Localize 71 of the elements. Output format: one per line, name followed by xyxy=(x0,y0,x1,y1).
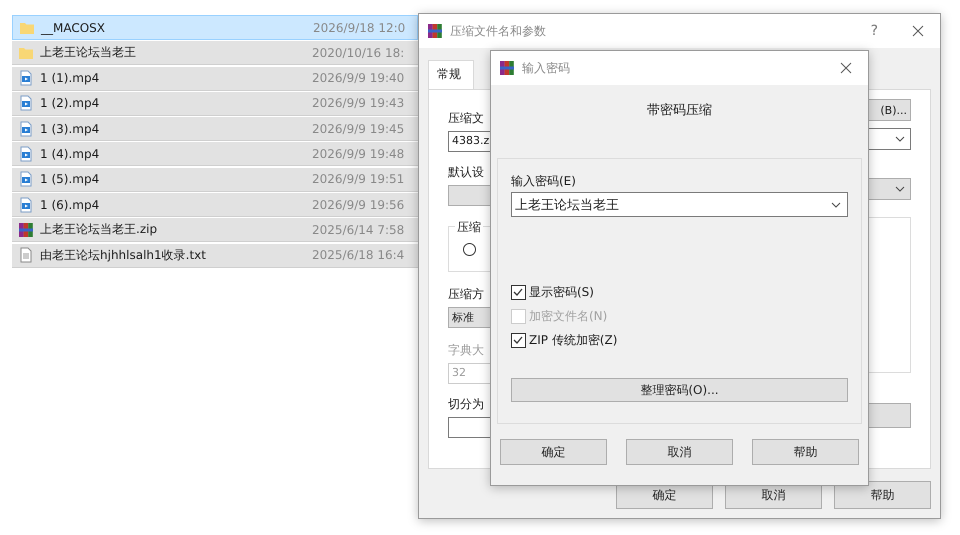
dialog-heading: 带密码压缩 xyxy=(646,102,713,119)
file-row[interactable]: 由老王论坛hjhhlsalh1收录.txt 2025/6/18 16:4 xyxy=(12,244,418,268)
checkbox-label: 显示密码(S) xyxy=(529,284,594,301)
file-row[interactable]: 上老王论坛当老王 2020/10/16 18: xyxy=(12,41,418,66)
window-title: 输入密码 xyxy=(522,60,571,76)
video-file-icon xyxy=(18,70,34,86)
password-field[interactable]: 上老王论坛当老王 xyxy=(511,192,848,217)
close-icon[interactable] xyxy=(840,62,852,74)
field-label: 切分为 xyxy=(448,396,484,413)
file-row[interactable]: 上老王论坛当老王.zip 2025/6/14 7:58 xyxy=(12,218,418,242)
file-date: 2026/9/18 12:0 xyxy=(313,20,406,34)
field-label: 压缩方 xyxy=(448,286,484,303)
file-date: 2026/9/9 19:40 xyxy=(312,71,404,86)
field-label: 输入密码(E) xyxy=(511,173,577,190)
file-date: 2020/10/16 18: xyxy=(312,46,404,60)
file-row[interactable]: 1 (6).mp4 2026/9/9 19:56 xyxy=(12,193,418,218)
tab[interactable]: 常规 xyxy=(428,60,474,89)
field-label: 字典大 xyxy=(448,342,484,359)
dialog-button[interactable]: 取消 xyxy=(626,439,733,465)
file-date: 2026/9/9 19:56 xyxy=(312,198,404,212)
file-name: 1 (1).mp4 xyxy=(40,71,100,86)
dialog-button[interactable]: 确定 xyxy=(500,439,607,465)
archive-icon xyxy=(427,23,443,39)
field-label: 压缩文 xyxy=(448,110,484,127)
checkbox-label: ZIP 传统加密(Z) xyxy=(529,332,618,349)
check-icon xyxy=(512,286,524,298)
text-file-icon xyxy=(18,247,34,264)
field-label: 默认设 xyxy=(448,164,484,181)
video-file-icon xyxy=(18,196,34,213)
password-value: 上老王论坛当老王 xyxy=(515,196,619,214)
checkbox-label: 加密文件名(N) xyxy=(529,308,608,325)
dialog-button[interactable]: 帮助 xyxy=(752,439,859,465)
radio-button[interactable] xyxy=(463,243,476,256)
file-row[interactable]: 1 (4).mp4 2026/9/9 19:48 xyxy=(12,142,418,166)
help-button[interactable]: ? xyxy=(870,23,878,39)
file-name: 由老王论坛hjhhlsalh1收录.txt xyxy=(40,246,207,264)
file-name: 1 (3).mp4 xyxy=(40,122,100,136)
organize-button[interactable]: 整理密码(O)... xyxy=(511,378,848,402)
dialog-button[interactable]: 帮助 xyxy=(834,481,931,509)
video-file-icon xyxy=(18,120,34,137)
chevron-down-icon xyxy=(895,136,905,142)
checkbox[interactable] xyxy=(511,333,526,348)
file-name: 1 (6).mp4 xyxy=(40,198,100,212)
file-name: 1 (4).mp4 xyxy=(40,146,100,161)
checkbox[interactable] xyxy=(511,285,526,300)
chevron-down-icon xyxy=(895,186,905,192)
file-date: 2026/9/9 19:51 xyxy=(312,172,404,186)
check-icon xyxy=(512,334,524,346)
video-file-icon xyxy=(18,171,34,188)
file-row[interactable]: 1 (5).mp4 2026/9/9 19:51 xyxy=(12,168,418,192)
close-icon[interactable] xyxy=(912,25,924,37)
file-row[interactable]: __MACOSX 2026/9/18 12:0 xyxy=(12,15,418,40)
window-title: 压缩文件名和参数 xyxy=(450,22,547,40)
chevron-down-icon xyxy=(831,202,841,208)
file-date: 2026/9/9 19:45 xyxy=(312,122,404,136)
video-file-icon xyxy=(18,146,34,162)
file-row[interactable]: 1 (2).mp4 2026/9/9 19:43 xyxy=(12,92,418,116)
archive-icon xyxy=(18,222,34,238)
video-file-icon xyxy=(18,95,34,112)
file-name: 1 (2).mp4 xyxy=(40,96,100,110)
file-date: 2026/9/9 19:43 xyxy=(312,96,404,110)
file-row[interactable]: 1 (1).mp4 2026/9/9 19:40 xyxy=(12,66,418,91)
file-name: 上老王论坛当老王.zip xyxy=(40,221,158,238)
file-date: 2026/9/9 19:48 xyxy=(312,146,404,161)
file-row[interactable]: 1 (3).mp4 2026/9/9 19:45 xyxy=(12,117,418,142)
file-date: 2025/6/18 16:4 xyxy=(312,248,404,262)
file-name: 1 (5).mp4 xyxy=(40,172,100,186)
file-name: __MACOSX xyxy=(41,20,106,34)
file-name: 上老王论坛当老王 xyxy=(40,44,137,62)
archive-icon xyxy=(499,60,515,76)
file-date: 2025/6/14 7:58 xyxy=(312,222,404,237)
